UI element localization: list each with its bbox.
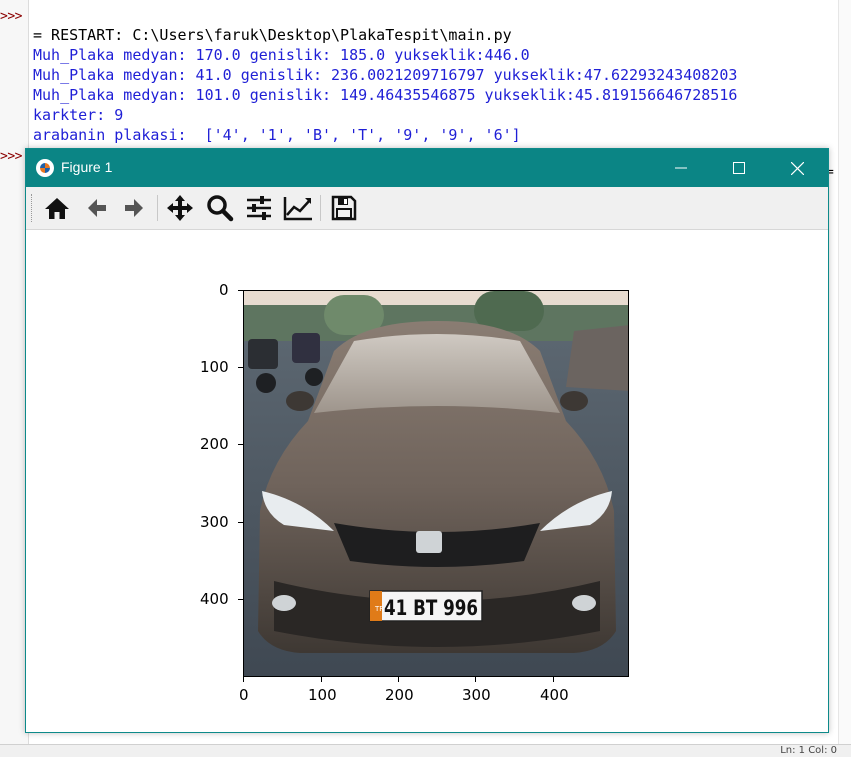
navigation-toolbar — [26, 187, 828, 230]
x-tick-label: 0 — [239, 686, 249, 704]
edit-axis-line-icon — [283, 197, 312, 221]
configure-subplots-icon — [247, 196, 271, 220]
y-tick-label: 0 — [219, 281, 229, 299]
configure-subplots-button[interactable] — [243, 192, 275, 224]
shell-prompt: >>> — [0, 149, 22, 164]
title-bar[interactable]: Figure 1 — [26, 149, 828, 187]
status-bar: Ln: 1 Col: 0 — [0, 744, 851, 757]
x-tick — [321, 677, 322, 682]
y-tick-label: 200 — [200, 435, 229, 453]
figure-canvas[interactable]: 0 100 200 300 400 0 100 200 300 400 TR 4… — [26, 230, 828, 732]
save-button[interactable] — [328, 192, 360, 224]
pan-button[interactable] — [164, 192, 196, 224]
x-tick — [398, 677, 399, 682]
shell-output-line: Muh_Plaka medyan: 41.0 genislik: 236.002… — [33, 66, 738, 84]
license-plate-text: 41 BT 996 — [384, 596, 478, 620]
y-tick-label: 300 — [200, 513, 229, 531]
maximize-button[interactable] — [710, 149, 768, 187]
toolbar-separator — [320, 195, 321, 221]
cursor-position: Ln: 1 Col: 0 — [780, 745, 837, 756]
window-title: Figure 1 — [61, 159, 113, 175]
toolbar-separator — [157, 195, 158, 221]
shell-scrollbar[interactable] — [838, 0, 851, 745]
x-tick-label: 300 — [462, 686, 491, 704]
shell-output-line: = RESTART: C:\Users\faruk\Desktop\PlakaT… — [33, 26, 512, 44]
shell-partial-line — [33, 0, 304, 8]
forward-arrow-icon — [125, 199, 143, 217]
y-tick-label: 400 — [200, 590, 229, 608]
image-axes[interactable]: TR 41 BT 996 — [243, 290, 629, 677]
back-button[interactable] — [81, 192, 113, 224]
home-icon — [45, 198, 69, 219]
minimize-button[interactable] — [652, 149, 710, 187]
forward-button[interactable] — [118, 192, 150, 224]
figure-window: Figure 1 0 100 200 300 400 0 100 200 300… — [25, 148, 829, 733]
save-floppy-icon — [331, 195, 357, 221]
shell-prompt: >>> — [0, 9, 22, 24]
toolbar-grip — [31, 194, 35, 222]
close-button[interactable] — [768, 149, 826, 187]
x-tick — [475, 677, 476, 682]
pan-move-icon — [167, 195, 193, 221]
edit-axis-button[interactable] — [282, 192, 314, 224]
x-tick-label: 400 — [540, 686, 569, 704]
shell-output-line: Muh_Plaka medyan: 101.0 genislik: 149.46… — [33, 86, 738, 104]
shell-output-line: karkter: 9 — [33, 106, 124, 124]
x-tick — [553, 677, 554, 682]
x-tick-label: 100 — [308, 686, 337, 704]
zoom-magnifier-icon — [207, 195, 234, 222]
maximize-icon — [733, 162, 745, 174]
minimize-icon — [675, 167, 687, 169]
back-arrow-icon — [88, 199, 106, 217]
shell-output-line: Muh_Plaka medyan: 170.0 genislik: 185.0 … — [33, 46, 530, 64]
y-tick-label: 100 — [200, 358, 229, 376]
zoom-button[interactable] — [204, 192, 236, 224]
shell-output-line: arabanin plakasi: ['4', '1', 'B', 'T', '… — [33, 126, 521, 144]
close-icon — [790, 161, 804, 175]
home-button[interactable] — [41, 192, 73, 224]
plate-country-code: TR — [374, 605, 384, 613]
x-tick-label: 200 — [385, 686, 414, 704]
car-photo-image: TR 41 BT 996 — [244, 291, 628, 676]
matplotlib-logo-icon — [36, 159, 54, 177]
x-tick — [243, 677, 244, 682]
